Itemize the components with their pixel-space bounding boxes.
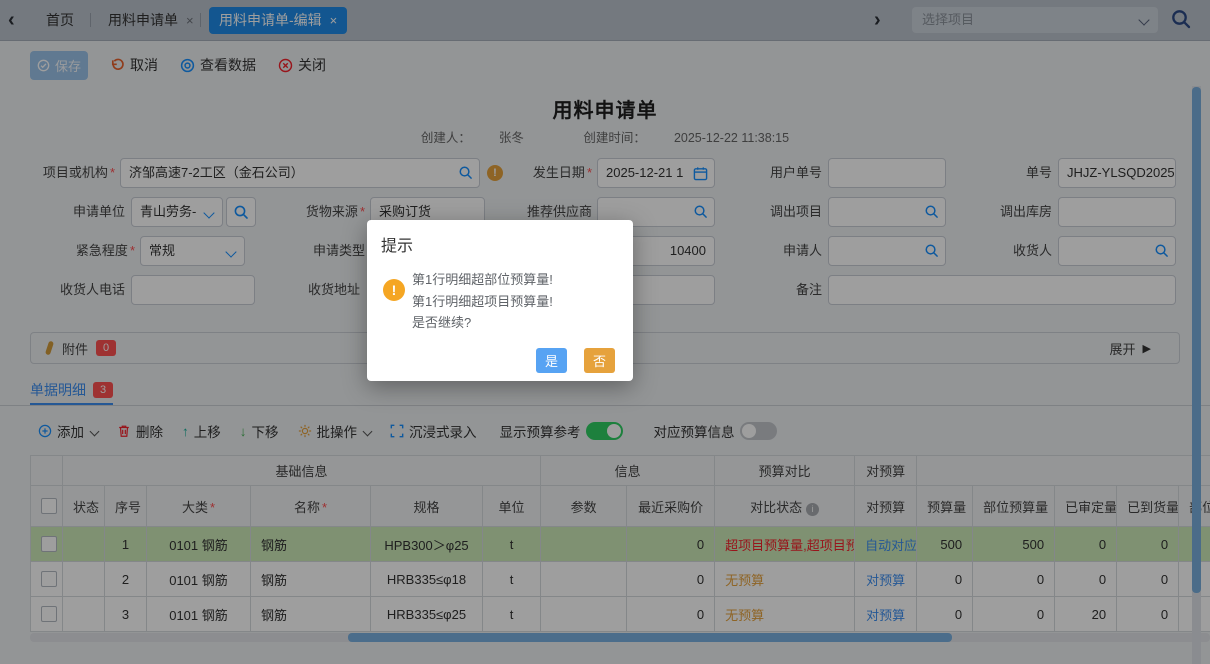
dialog-title: 提示 xyxy=(381,238,414,255)
no-button[interactable]: 否 xyxy=(584,348,615,373)
app-window: ‹ 首页 用料申请单 × 用料申请单-编辑 × › 选择项目 保存 取消 查看数据 xyxy=(0,0,1210,664)
warning-icon: ! xyxy=(383,279,405,301)
dialog-message: 第1行明细超部位预算量! 第1行明细超项目预算量! 是否继续? xyxy=(412,272,553,330)
alert-dialog: 提示 ! 第1行明细超部位预算量! 第1行明细超项目预算量! 是否继续? 是 否 xyxy=(367,220,633,381)
yes-button[interactable]: 是 xyxy=(536,348,567,373)
